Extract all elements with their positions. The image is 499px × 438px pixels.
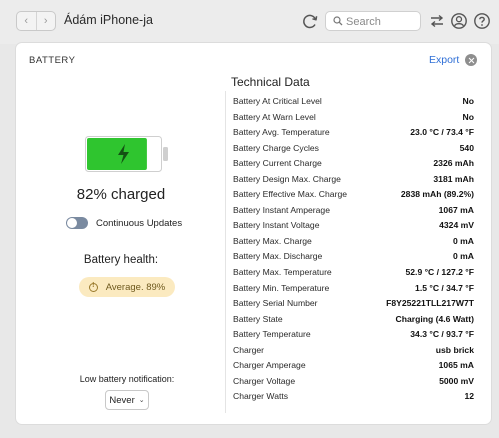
help-icon[interactable]: [473, 12, 491, 30]
technical-data-row: Battery Max. Discharge 0 mA: [233, 249, 474, 265]
continuous-updates-toggle[interactable]: [66, 217, 88, 229]
technical-data-title: Technical Data: [231, 75, 310, 89]
technical-data-value: No: [462, 96, 474, 106]
technical-data-row: Battery Serial Number F8Y25221TLL217W7T: [233, 296, 474, 312]
technical-data-label: Charger Amperage: [233, 360, 306, 371]
technical-data-row: Battery Max. Temperature 52.9 °C / 127.2 …: [233, 265, 474, 281]
technical-data-label: Battery Min. Temperature: [233, 282, 330, 293]
technical-data-row: Battery Current Charge 2326 mAh: [233, 156, 474, 172]
technical-data-value: 52.9 °C / 127.2 °F: [405, 267, 475, 278]
technical-data-value: F8Y25221TLL217W7T: [386, 298, 474, 309]
technical-data-label: Battery State: [233, 313, 283, 324]
technical-data-label: Battery At Warn Level: [233, 111, 316, 122]
technical-data-row: Battery Temperature 34.3 °C / 93.7 °F: [233, 327, 474, 343]
technical-data-row: Battery Min. Temperature 1.5 °C / 34.7 °F: [233, 281, 474, 297]
technical-data-value: 5000 mV: [439, 375, 474, 386]
battery-health-value: Average. 89%: [105, 281, 166, 293]
warning-icon: [88, 282, 98, 292]
technical-data-value: 12: [464, 391, 474, 402]
technical-data-label: Battery Temperature: [233, 329, 311, 340]
technical-data-label: Battery Design Max. Charge: [233, 173, 341, 184]
technical-data-row: Battery At Warn Level No: [233, 110, 474, 126]
battery-panel: BATTERY Export 82% charged Continuous Up…: [16, 43, 491, 424]
technical-data-row: Battery Effective Max. Charge 2838 mAh (8…: [233, 187, 474, 203]
technical-data-value: 2326 mAh: [433, 158, 474, 169]
technical-data-value: 2838 mAh (89.2%): [400, 189, 474, 200]
technical-data-label: Battery Max. Temperature: [233, 267, 332, 278]
technical-data-value: No: [462, 111, 474, 122]
technical-data-value: 540: [459, 142, 474, 153]
low-battery-notification-select[interactable]: Never ⌄: [105, 390, 149, 410]
technical-data-label: Battery Instant Amperage: [233, 204, 330, 215]
technical-data-value: 1.5 °C / 34.7 °F: [415, 282, 474, 293]
technical-data-row: Battery Max. Charge 0 mA: [233, 234, 474, 250]
low-battery-notification-label: Low battery notification:: [79, 374, 175, 384]
technical-data-label: Battery Charge Cycles: [233, 142, 319, 153]
technical-data-row: Battery Design Max. Charge 3181 mAh: [233, 172, 474, 188]
battery-health-badge: Average. 89%: [79, 277, 175, 297]
account-icon[interactable]: [450, 12, 468, 30]
technical-data-label: Battery Max. Charge: [233, 235, 312, 246]
chevron-down-icon: ⌄: [138, 397, 145, 404]
close-icon[interactable]: [465, 54, 477, 66]
select-value: Never: [109, 394, 135, 406]
battery-icon: [85, 136, 169, 177]
nav-buttons: ‹ ›: [16, 11, 56, 31]
search-icon: [333, 16, 343, 26]
technical-data-value: 3181 mAh: [433, 173, 474, 184]
continuous-updates-row: Continuous Updates: [66, 216, 182, 230]
technical-data-value: 1067 mA: [438, 204, 474, 215]
technical-data-row: Charger Amperage 1065 mA: [233, 358, 474, 374]
technical-data-label: Battery At Critical Level: [233, 96, 322, 106]
technical-data-label: Battery Current Charge: [233, 158, 322, 169]
search-field[interactable]: [325, 11, 421, 31]
technical-data-label: Battery Instant Voltage: [233, 220, 320, 231]
technical-data-value: 23.0 °C / 73.4 °F: [410, 127, 474, 138]
technical-data-value: 0 mA: [452, 251, 474, 262]
technical-data-row: Battery Avg. Temperature 23.0 °C / 73.4 °…: [233, 125, 474, 141]
technical-data-list: Battery At Critical Level No Battery At Wa…: [233, 94, 474, 405]
technical-data-label: Charger Watts: [233, 391, 289, 402]
technical-data-label: Battery Serial Number: [233, 298, 318, 309]
technical-data-label: Battery Max. Discharge: [233, 251, 323, 262]
device-name: Ádám iPhone-ja: [64, 13, 153, 27]
forward-button[interactable]: ›: [35, 12, 56, 30]
technical-data-row: Battery Instant Voltage 4324 mV: [233, 218, 474, 234]
technical-data-row: Battery Charge Cycles 540: [233, 141, 474, 157]
continuous-updates-label: Continuous Updates: [96, 217, 183, 229]
technical-data-label: Battery Avg. Temperature: [233, 127, 330, 138]
column-divider: [225, 91, 226, 413]
technical-data-row: Battery At Critical Level No: [233, 94, 474, 110]
battery-health-title: Battery health:: [83, 254, 159, 266]
technical-data-label: Charger Voltage: [233, 375, 296, 386]
technical-data-label: Charger: [233, 344, 265, 355]
technical-data-row: Charger usb brick: [233, 343, 474, 359]
panel-title: BATTERY: [29, 55, 76, 66]
technical-data-row: Charger Watts 12: [233, 389, 474, 405]
technical-data-row: Charger Voltage 5000 mV: [233, 374, 474, 390]
technical-data-row: Battery Instant Amperage 1067 mA: [233, 203, 474, 219]
toolbar: ‹ › Ádám iPhone-ja: [0, 0, 499, 44]
technical-data-value: 1065 mA: [438, 360, 474, 371]
technical-data-value: 4324 mV: [439, 220, 474, 231]
technical-data-value: Charging (4.6 Watt): [395, 313, 474, 324]
charge-percentage: 82% charged: [76, 186, 166, 203]
technical-data-row: Battery State Charging (4.6 Watt): [233, 312, 474, 328]
back-button[interactable]: ‹: [17, 12, 36, 30]
technical-data-label: Battery Effective Max. Charge: [233, 189, 347, 200]
search-input[interactable]: [346, 14, 418, 29]
refresh-icon[interactable]: [300, 11, 320, 31]
technical-data-value: 34.3 °C / 93.7 °F: [410, 329, 474, 340]
export-link[interactable]: Export: [429, 54, 459, 66]
technical-data-value: 0 mA: [452, 235, 474, 246]
transfer-icon[interactable]: [428, 12, 446, 30]
technical-data-value: usb brick: [435, 344, 474, 355]
